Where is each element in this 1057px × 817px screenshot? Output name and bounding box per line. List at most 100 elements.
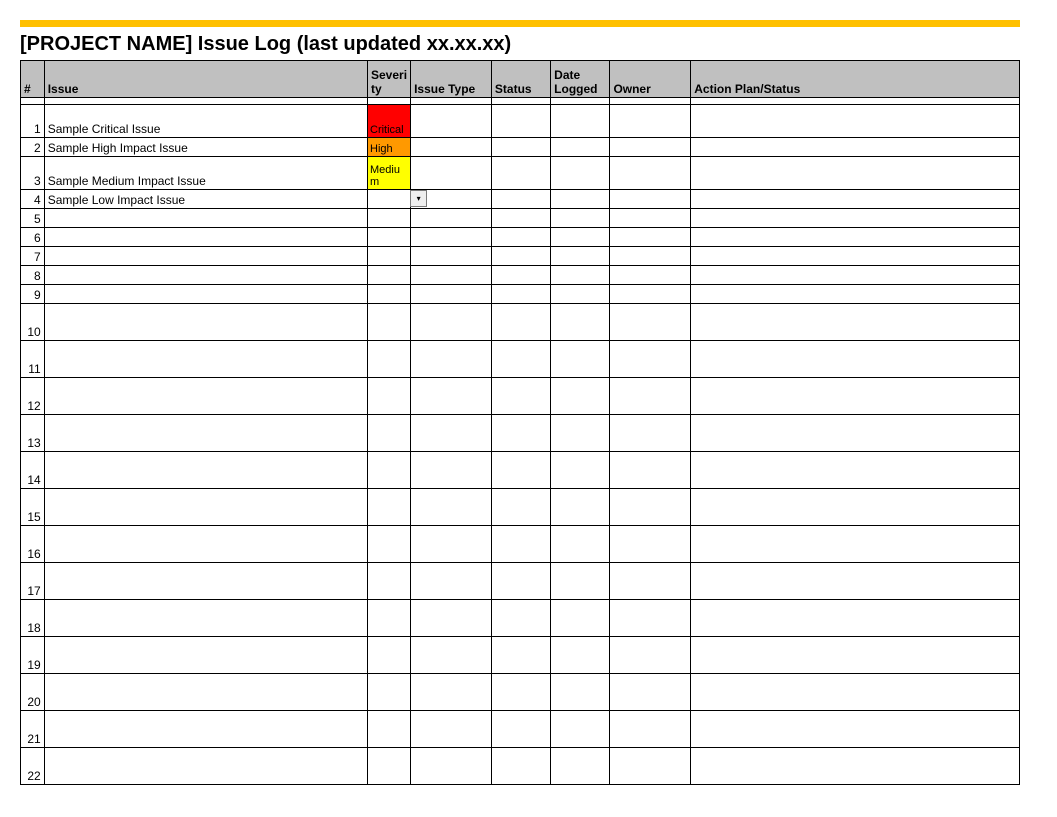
cell-status[interactable] xyxy=(491,157,550,190)
cell-status[interactable] xyxy=(491,674,550,711)
cell-owner[interactable] xyxy=(610,190,691,209)
cell-issue-type[interactable] xyxy=(411,341,492,378)
cell-issue-type[interactable] xyxy=(411,489,492,526)
cell-date-logged[interactable] xyxy=(551,674,610,711)
cell-status[interactable] xyxy=(491,489,550,526)
cell-severity[interactable] xyxy=(368,341,411,378)
cell-num[interactable]: 10 xyxy=(21,304,45,341)
cell-severity[interactable] xyxy=(368,563,411,600)
cell-action-plan[interactable] xyxy=(691,266,1020,285)
cell-status[interactable] xyxy=(491,228,550,247)
cell-issue[interactable] xyxy=(44,452,367,489)
cell-date-logged[interactable] xyxy=(551,563,610,600)
cell-action-plan[interactable] xyxy=(691,415,1020,452)
cell-num[interactable]: 15 xyxy=(21,489,45,526)
cell-owner[interactable] xyxy=(610,452,691,489)
cell-severity[interactable] xyxy=(368,711,411,748)
cell-issue[interactable]: Sample Medium Impact Issue xyxy=(44,157,367,190)
cell-issue[interactable] xyxy=(44,674,367,711)
cell-date-logged[interactable] xyxy=(551,105,610,138)
cell-issue[interactable] xyxy=(44,378,367,415)
cell-num[interactable]: 18 xyxy=(21,600,45,637)
cell-date-logged[interactable] xyxy=(551,452,610,489)
cell-owner[interactable] xyxy=(610,637,691,674)
cell-status[interactable] xyxy=(491,190,550,209)
cell-issue[interactable]: Sample Critical Issue xyxy=(44,105,367,138)
cell-status[interactable] xyxy=(491,378,550,415)
cell-status[interactable] xyxy=(491,266,550,285)
cell-severity[interactable] xyxy=(368,228,411,247)
cell-action-plan[interactable] xyxy=(691,341,1020,378)
cell-issue[interactable] xyxy=(44,341,367,378)
cell-date-logged[interactable] xyxy=(551,190,610,209)
cell-date-logged[interactable] xyxy=(551,266,610,285)
cell-status[interactable] xyxy=(491,285,550,304)
cell-severity[interactable] xyxy=(368,637,411,674)
cell-issue-type[interactable] xyxy=(411,563,492,600)
cell-num[interactable]: 4 xyxy=(21,190,45,209)
cell-severity[interactable] xyxy=(368,209,411,228)
cell-issue[interactable] xyxy=(44,748,367,785)
cell-issue[interactable] xyxy=(44,489,367,526)
cell-issue[interactable] xyxy=(44,285,367,304)
cell-num[interactable]: 22 xyxy=(21,748,45,785)
cell-severity[interactable] xyxy=(368,748,411,785)
cell-action-plan[interactable] xyxy=(691,228,1020,247)
cell-action-plan[interactable] xyxy=(691,489,1020,526)
cell-severity[interactable]: High xyxy=(368,138,411,157)
cell-issue[interactable] xyxy=(44,637,367,674)
cell-owner[interactable] xyxy=(610,674,691,711)
cell-num[interactable]: 14 xyxy=(21,452,45,489)
cell-issue-type[interactable] xyxy=(411,266,492,285)
cell-severity[interactable] xyxy=(368,526,411,563)
cell-date-logged[interactable] xyxy=(551,526,610,563)
cell-date-logged[interactable] xyxy=(551,209,610,228)
cell-action-plan[interactable] xyxy=(691,748,1020,785)
cell-date-logged[interactable] xyxy=(551,637,610,674)
cell-severity[interactable]: Medium xyxy=(368,157,411,190)
cell-status[interactable] xyxy=(491,452,550,489)
cell-num[interactable]: 2 xyxy=(21,138,45,157)
cell-severity[interactable] xyxy=(368,489,411,526)
cell-issue-type[interactable] xyxy=(411,711,492,748)
cell-owner[interactable] xyxy=(610,105,691,138)
cell-status[interactable] xyxy=(491,415,550,452)
cell-action-plan[interactable] xyxy=(691,247,1020,266)
cell-owner[interactable] xyxy=(610,209,691,228)
cell-issue-type[interactable] xyxy=(411,748,492,785)
cell-date-logged[interactable] xyxy=(551,341,610,378)
cell-date-logged[interactable] xyxy=(551,247,610,266)
cell-issue-type[interactable] xyxy=(411,304,492,341)
cell-owner[interactable] xyxy=(610,138,691,157)
cell-num[interactable]: 20 xyxy=(21,674,45,711)
cell-date-logged[interactable] xyxy=(551,157,610,190)
cell-num[interactable]: 19 xyxy=(21,637,45,674)
cell-status[interactable] xyxy=(491,600,550,637)
cell-issue[interactable] xyxy=(44,266,367,285)
cell-severity[interactable] xyxy=(368,600,411,637)
cell-action-plan[interactable] xyxy=(691,674,1020,711)
cell-action-plan[interactable] xyxy=(691,157,1020,190)
cell-action-plan[interactable] xyxy=(691,378,1020,415)
cell-action-plan[interactable] xyxy=(691,105,1020,138)
cell-issue-type[interactable] xyxy=(411,105,492,138)
cell-severity[interactable]: ▾ xyxy=(368,190,411,209)
dropdown-arrow-icon[interactable]: ▾ xyxy=(410,190,427,207)
cell-num[interactable]: 21 xyxy=(21,711,45,748)
cell-num[interactable]: 11 xyxy=(21,341,45,378)
cell-num[interactable]: 6 xyxy=(21,228,45,247)
cell-issue-type[interactable] xyxy=(411,452,492,489)
cell-action-plan[interactable] xyxy=(691,190,1020,209)
cell-action-plan[interactable] xyxy=(691,304,1020,341)
cell-issue-type[interactable] xyxy=(411,285,492,304)
cell-issue-type[interactable] xyxy=(411,674,492,711)
cell-owner[interactable] xyxy=(610,711,691,748)
cell-issue[interactable] xyxy=(44,563,367,600)
cell-date-logged[interactable] xyxy=(551,711,610,748)
cell-owner[interactable] xyxy=(610,304,691,341)
cell-owner[interactable] xyxy=(610,526,691,563)
cell-owner[interactable] xyxy=(610,600,691,637)
cell-issue-type[interactable] xyxy=(411,526,492,563)
cell-issue-type[interactable] xyxy=(411,637,492,674)
cell-issue[interactable] xyxy=(44,304,367,341)
